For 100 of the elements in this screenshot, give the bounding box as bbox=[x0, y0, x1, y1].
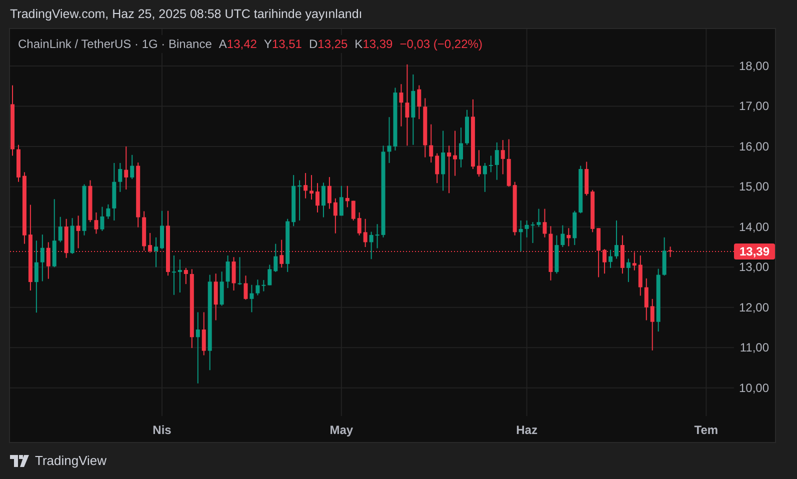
candlestick bbox=[465, 109, 469, 146]
price-axis-label: 15,00 bbox=[738, 180, 769, 194]
candlestick bbox=[644, 278, 648, 321]
candlestick bbox=[10, 84, 14, 156]
time-axis-label: Tem bbox=[694, 423, 718, 437]
candlestick bbox=[76, 215, 80, 249]
candlestick bbox=[518, 220, 523, 252]
candlestick bbox=[357, 212, 362, 236]
time-axis-label: May bbox=[330, 423, 354, 437]
candlestick bbox=[650, 298, 654, 351]
candlestick bbox=[184, 267, 188, 285]
candlestick bbox=[286, 218, 290, 272]
candlestick bbox=[608, 249, 613, 268]
candlestick bbox=[482, 162, 487, 192]
candlestick bbox=[447, 145, 452, 194]
candlestick bbox=[250, 284, 254, 313]
price-axis-label: 13,00 bbox=[738, 260, 769, 274]
candlestick bbox=[578, 165, 583, 214]
brand-logo-icon bbox=[10, 455, 30, 467]
candlestick bbox=[369, 231, 374, 260]
candlestick bbox=[148, 232, 152, 254]
candlestick bbox=[316, 182, 320, 213]
ohlc-value: Y13,51 bbox=[264, 36, 302, 53]
candlestick bbox=[614, 220, 618, 260]
candlestick bbox=[214, 273, 218, 321]
candlestick bbox=[375, 224, 380, 249]
candlestick bbox=[548, 226, 553, 281]
symbol-label: ChainLink / TetherUS · 1G · Binance bbox=[18, 36, 212, 53]
candlestick bbox=[494, 142, 499, 180]
candlestick bbox=[530, 222, 535, 244]
brand-name: TradingView bbox=[35, 452, 107, 470]
candlestick bbox=[130, 154, 134, 180]
candlestick bbox=[220, 271, 224, 306]
candlestick bbox=[453, 130, 458, 176]
candlestick bbox=[339, 185, 344, 216]
candlestick bbox=[202, 312, 206, 356]
candlestick bbox=[441, 130, 446, 192]
candlestick bbox=[94, 212, 98, 234]
candlestick bbox=[345, 185, 350, 208]
candlestick bbox=[470, 98, 475, 170]
price-axis-label: 12,00 bbox=[738, 300, 769, 314]
candlestick bbox=[512, 181, 517, 236]
candlestick bbox=[118, 162, 122, 192]
candlestick bbox=[256, 279, 260, 296]
candlestick bbox=[572, 210, 577, 246]
candlestick bbox=[429, 124, 434, 164]
candlestick bbox=[304, 172, 308, 199]
candlestick bbox=[106, 204, 110, 220]
candlestick bbox=[178, 259, 182, 293]
candlestick bbox=[506, 138, 511, 188]
candlestick bbox=[542, 208, 547, 238]
candlestick bbox=[387, 116, 392, 164]
candlestick bbox=[226, 255, 230, 289]
candlestick bbox=[166, 210, 170, 276]
candlestick bbox=[280, 239, 284, 268]
candlestick bbox=[656, 268, 660, 332]
candlestick bbox=[142, 210, 146, 252]
candlestick bbox=[244, 275, 248, 300]
candlestick bbox=[536, 208, 541, 228]
candlestick bbox=[310, 174, 314, 200]
time-axis-label: Haz bbox=[516, 423, 538, 437]
candlestick bbox=[662, 236, 666, 276]
candlestick bbox=[100, 206, 104, 232]
candlestick bbox=[112, 162, 116, 221]
ohlc-value: D13,25 bbox=[308, 36, 348, 53]
ohlc-value: A13,42 bbox=[218, 36, 257, 53]
candlestick bbox=[626, 258, 630, 283]
candlestick bbox=[351, 200, 356, 221]
time-axis-label: Nis bbox=[152, 423, 172, 437]
candlestick bbox=[154, 236, 158, 268]
candlestick bbox=[500, 140, 505, 175]
candlestick bbox=[668, 246, 672, 258]
candlestick bbox=[82, 184, 86, 236]
candlestick bbox=[411, 74, 416, 146]
candlestick bbox=[321, 182, 326, 218]
last-price-tag: 13,39 bbox=[734, 243, 775, 260]
candlestick bbox=[590, 189, 595, 233]
candlestick bbox=[292, 174, 296, 227]
candlestick bbox=[238, 256, 242, 286]
price-axis-label: 10,00 bbox=[738, 380, 769, 395]
candlestick bbox=[596, 228, 601, 278]
candlestick bbox=[172, 255, 176, 296]
candlestick bbox=[363, 218, 368, 248]
candlestick bbox=[327, 176, 332, 210]
candlestick bbox=[476, 150, 481, 178]
price-axis-label: 14,00 bbox=[738, 220, 769, 234]
price-axis-label: 17,00 bbox=[738, 99, 769, 114]
candlestick bbox=[459, 127, 463, 168]
candlestick bbox=[16, 144, 20, 182]
candlestick bbox=[52, 198, 56, 268]
price-axis-label: 16,00 bbox=[738, 139, 769, 154]
candlestick bbox=[620, 234, 624, 274]
price-axis-label: 18,00 bbox=[738, 59, 769, 73]
ohlc-value: K13,39 bbox=[354, 36, 393, 53]
candlestick bbox=[268, 264, 272, 286]
candlestick bbox=[136, 162, 140, 228]
price-change: −0,03 (−0,22%) bbox=[400, 36, 482, 53]
candlestick bbox=[602, 248, 607, 274]
candlestick bbox=[524, 220, 529, 238]
candlestick bbox=[262, 280, 266, 292]
